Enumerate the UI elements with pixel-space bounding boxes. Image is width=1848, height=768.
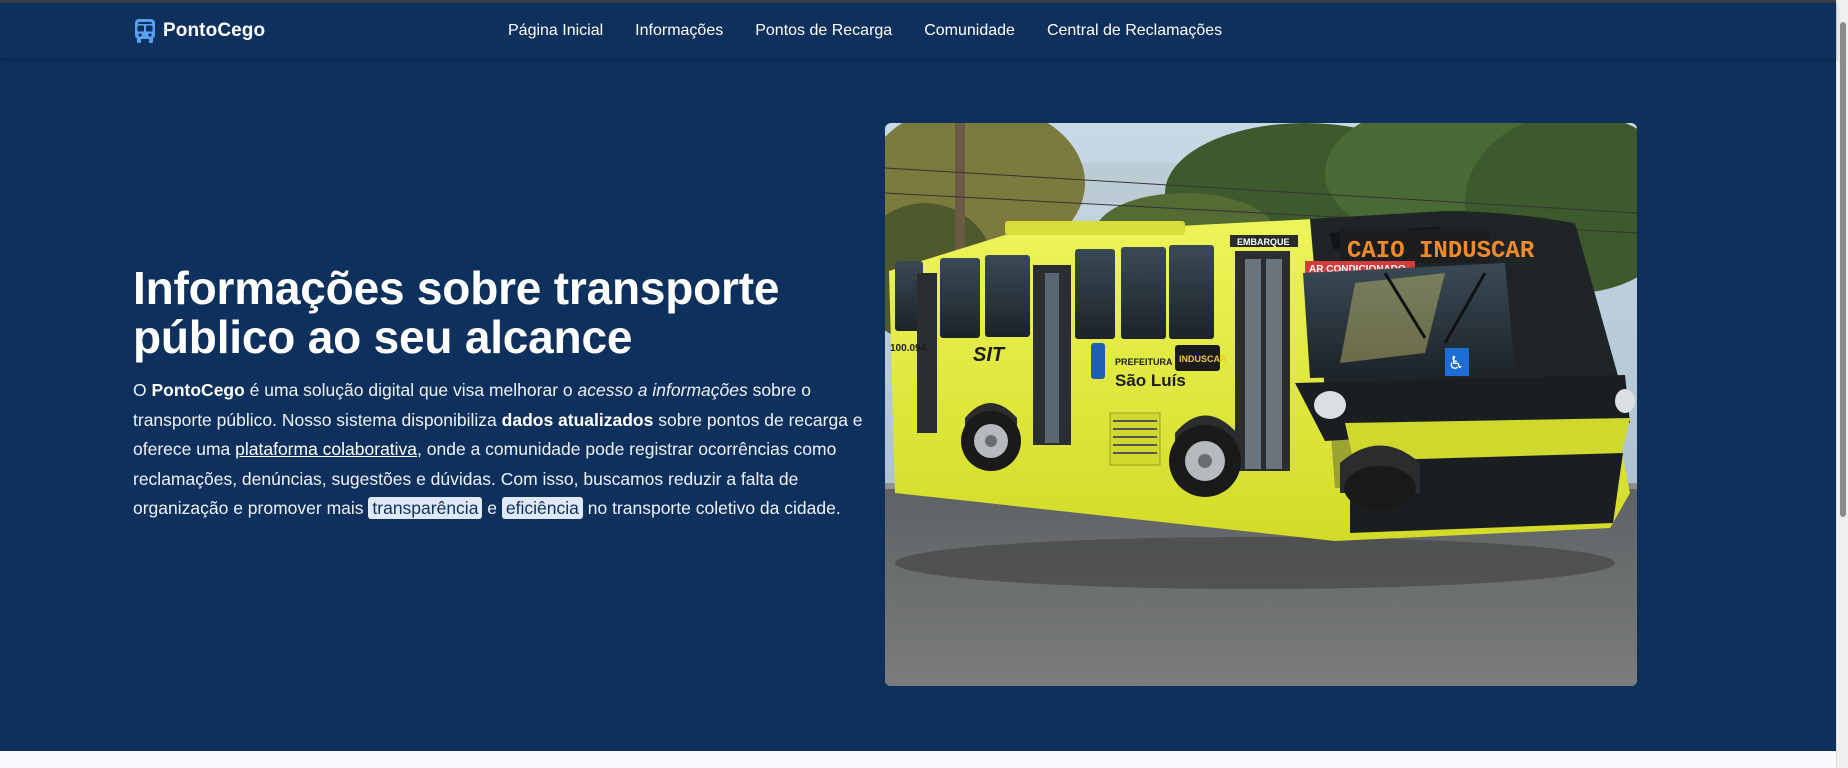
desc-text: e (482, 498, 502, 518)
bus-embarque-label: EMBARQUE (1237, 237, 1290, 247)
desc-text: no transporte coletivo da cidade. (582, 498, 841, 518)
desc-text: é uma solução digital que visa melhorar … (244, 380, 578, 400)
accessibility-icon: ♿ (1448, 353, 1464, 374)
nav-item-info: Informações (619, 3, 739, 59)
bus-sit-logo: SIT (973, 344, 1006, 366)
hero-bus-photo: CAIO INDUSCAR AR CONDICIONADO ♿ EMBARQUE (885, 123, 1637, 686)
nav-item-home: Página Inicial (492, 3, 619, 59)
navbar: PontoCego Página Inicial Informações Pon… (0, 3, 1836, 59)
bus-illustration: CAIO INDUSCAR AR CONDICIONADO ♿ EMBARQUE (885, 123, 1637, 686)
pill-efficiency: eficiência (501, 497, 583, 519)
hero-section: Informações sobre transporte público ao … (0, 59, 1836, 751)
nav-link-complaints[interactable]: Central de Reclamações (1031, 3, 1238, 59)
bus-city-label: São Luís (1115, 371, 1186, 390)
bus-fleet-number: 100.094 (890, 343, 927, 354)
collaborative-platform-link[interactable]: plataforma colaborativa (235, 439, 417, 459)
desc-emphasis: acesso a informações (577, 380, 748, 400)
pill-transparency: transparência (368, 497, 483, 519)
brand-link[interactable]: PontoCego (133, 3, 265, 59)
nav-link-recharge-points[interactable]: Pontos de Recarga (739, 3, 908, 59)
desc-text: O (133, 380, 152, 400)
hero-description: O PontoCego é uma solução digital que vi… (133, 376, 893, 524)
hero-title: Informações sobre transporte público ao … (133, 262, 780, 363)
nav-link-info[interactable]: Informações (619, 3, 739, 59)
nav-item-recharge: Pontos de Recarga (739, 3, 908, 59)
nav-link-home[interactable]: Página Inicial (492, 3, 619, 59)
nav-link-community[interactable]: Comunidade (908, 3, 1031, 59)
bus-icon (135, 19, 155, 43)
scrollbar-thumb[interactable] (1840, 22, 1846, 517)
next-section-start (0, 751, 1836, 768)
bus-induscar-tag: INDUSCAR (1179, 354, 1227, 364)
nav-item-complaints: Central de Reclamações (1031, 3, 1238, 59)
hero-text: Informações sobre transporte público ao … (133, 264, 893, 524)
desc-strong: dados atualizados (501, 409, 654, 430)
bus-destination-sign: CAIO INDUSCAR (1347, 238, 1535, 265)
page: PontoCego Página Inicial Informações Pon… (0, 0, 1848, 768)
brand-name: PontoCego (163, 20, 266, 41)
nav-item-community: Comunidade (908, 3, 1031, 59)
nav-links: Página Inicial Informações Pontos de Rec… (492, 3, 1238, 59)
page-scrollbar[interactable] (1836, 0, 1848, 768)
desc-brand: PontoCego (151, 380, 245, 400)
